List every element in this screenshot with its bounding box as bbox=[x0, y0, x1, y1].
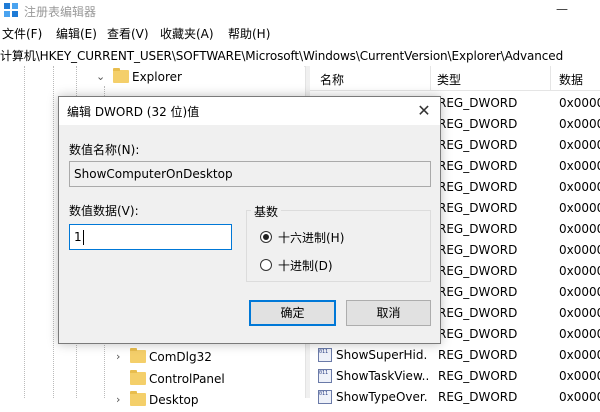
value-type-cell: REG_DWORD bbox=[438, 369, 518, 383]
chevron-right-icon[interactable]: › bbox=[116, 394, 126, 406]
value-data-cell: 0x0000 bbox=[559, 285, 600, 299]
list-header: 名称 类型 数据 bbox=[310, 66, 600, 91]
dword-value-icon bbox=[318, 369, 332, 383]
folder-icon bbox=[130, 370, 146, 385]
edit-dword-dialog: 编辑 DWORD (32 位)值 ✕ 数值名称(N): ShowComputer… bbox=[58, 96, 441, 344]
window-title: 注册表编辑器 bbox=[24, 5, 97, 19]
value-data-cell: 0x0000 bbox=[559, 243, 600, 257]
menu-favorites[interactable]: 收藏夹(A) bbox=[160, 25, 214, 42]
radio-hex-label[interactable]: 十六进制(H) bbox=[278, 229, 344, 246]
value-data-cell: 0x0000 bbox=[559, 96, 600, 110]
tree-item-label: Explorer bbox=[132, 70, 182, 84]
menu-bar: 文件(F) 编辑(E) 查看(V) 收藏夹(A) 帮助(H) bbox=[0, 22, 600, 42]
minimize-button[interactable]: — bbox=[548, 2, 578, 20]
value-data-cell: 0x0000 bbox=[559, 201, 600, 215]
value-data-cell: 0x0000 bbox=[559, 138, 600, 152]
tree-item-desktop[interactable]: › Desktop bbox=[116, 390, 296, 412]
value-type-cell: REG_DWORD bbox=[438, 285, 518, 299]
list-row[interactable]: ShowSuperHid... REG_DWORD 0x0000 bbox=[310, 345, 600, 366]
dword-value-icon bbox=[318, 348, 332, 362]
ok-button[interactable]: 确定 bbox=[249, 300, 336, 326]
tree-item-controlpanel[interactable]: ControlPanel bbox=[116, 369, 296, 391]
close-icon[interactable]: ✕ bbox=[411, 99, 437, 123]
value-data-cell: 0x0000 bbox=[559, 159, 600, 173]
title-bar: 注册表编辑器 — bbox=[0, 0, 600, 22]
value-data-cell: 0x0000 bbox=[559, 390, 600, 404]
value-name-text: ShowComputerOnDesktop bbox=[74, 167, 233, 181]
value-type-cell: REG_DWORD bbox=[438, 222, 518, 236]
tree-item-label: ComDlg32 bbox=[149, 350, 212, 364]
base-group-label: 基数 bbox=[251, 203, 282, 220]
folder-icon bbox=[130, 348, 146, 363]
menu-file[interactable]: 文件(F) bbox=[2, 25, 42, 42]
value-data-cell: 0x0000 bbox=[559, 327, 600, 341]
tree-item-label: Desktop bbox=[149, 393, 199, 407]
value-name-label: 数值名称(N): bbox=[69, 143, 140, 157]
value-type-cell: REG_DWORD bbox=[438, 138, 518, 152]
minimize-icon: — bbox=[556, 2, 568, 16]
value-type-cell: REG_DWORD bbox=[438, 96, 518, 110]
value-data-cell: 0x0000 bbox=[559, 222, 600, 236]
tree-guide-line bbox=[53, 66, 54, 398]
value-name-field: ShowComputerOnDesktop bbox=[69, 161, 431, 187]
value-type-cell: REG_DWORD bbox=[438, 390, 518, 404]
column-divider[interactable] bbox=[430, 66, 431, 90]
value-type-cell: REG_DWORD bbox=[438, 306, 518, 320]
dialog-title-bar: 编辑 DWORD (32 位)值 ✕ bbox=[59, 97, 440, 125]
value-name-cell: ShowTaskView... bbox=[336, 369, 428, 383]
radio-decimal[interactable] bbox=[260, 259, 272, 271]
value-type-cell: REG_DWORD bbox=[438, 180, 518, 194]
value-data-cell: 0x0000 bbox=[559, 306, 600, 320]
value-type-cell: REG_DWORD bbox=[438, 117, 518, 131]
folder-open-icon bbox=[113, 68, 129, 83]
value-data-label: 数值数据(V): bbox=[69, 204, 139, 218]
folder-icon bbox=[130, 391, 146, 406]
value-data-cell: 0x0000 bbox=[559, 369, 600, 383]
address-path: 计算机\HKEY_CURRENT_USER\SOFTWARE\Microsoft… bbox=[0, 49, 564, 63]
column-divider[interactable] bbox=[550, 66, 551, 90]
tree-item-explorer[interactable]: ⌄ Explorer bbox=[96, 67, 296, 89]
base-group: 基数 十六进制(H) 十进制(D) bbox=[246, 203, 431, 282]
column-header-name[interactable]: 名称 bbox=[320, 71, 344, 88]
value-name-cell: ShowSuperHid... bbox=[336, 348, 428, 362]
value-type-cell: REG_DWORD bbox=[438, 264, 518, 278]
value-name-cell: ShowTypeOver... bbox=[336, 390, 428, 404]
value-type-cell: REG_DWORD bbox=[438, 243, 518, 257]
dialog-title: 编辑 DWORD (32 位)值 bbox=[67, 105, 200, 119]
list-row[interactable]: ShowTaskView... REG_DWORD 0x0000 bbox=[310, 366, 600, 387]
value-type-cell: REG_DWORD bbox=[438, 348, 518, 362]
value-type-cell: REG_DWORD bbox=[438, 201, 518, 215]
radio-decimal-label[interactable]: 十进制(D) bbox=[278, 257, 333, 274]
radio-hex[interactable] bbox=[260, 231, 272, 243]
dword-value-icon bbox=[318, 390, 332, 404]
value-data-text: 1 bbox=[74, 230, 82, 244]
column-header-data[interactable]: 数据 bbox=[559, 71, 583, 88]
registry-editor-icon bbox=[4, 3, 18, 17]
value-data-cell: 0x0000 bbox=[559, 264, 600, 278]
address-bar[interactable]: 计算机\HKEY_CURRENT_USER\SOFTWARE\Microsoft… bbox=[0, 44, 600, 67]
menu-edit[interactable]: 编辑(E) bbox=[56, 25, 97, 42]
value-data-cell: 0x0000 bbox=[559, 117, 600, 131]
menu-help[interactable]: 帮助(H) bbox=[228, 25, 270, 42]
cancel-button[interactable]: 取消 bbox=[346, 300, 431, 326]
value-data-cell: 0x0000 bbox=[559, 348, 600, 362]
tree-item-label: ControlPanel bbox=[149, 372, 225, 386]
tree-item-comdlg32[interactable]: › ComDlg32 bbox=[116, 347, 296, 369]
value-data-input[interactable]: 1 bbox=[69, 224, 232, 250]
column-header-type[interactable]: 类型 bbox=[437, 71, 461, 88]
menu-view[interactable]: 查看(V) bbox=[107, 25, 149, 42]
chevron-down-icon[interactable]: ⌄ bbox=[96, 71, 106, 83]
value-type-cell: REG_DWORD bbox=[438, 159, 518, 173]
chevron-right-icon[interactable]: › bbox=[116, 351, 126, 363]
tree-guide-line bbox=[24, 66, 25, 398]
value-data-cell: 0x0000 bbox=[559, 180, 600, 194]
value-type-cell: REG_DWORD bbox=[438, 327, 518, 341]
text-caret bbox=[83, 230, 84, 245]
